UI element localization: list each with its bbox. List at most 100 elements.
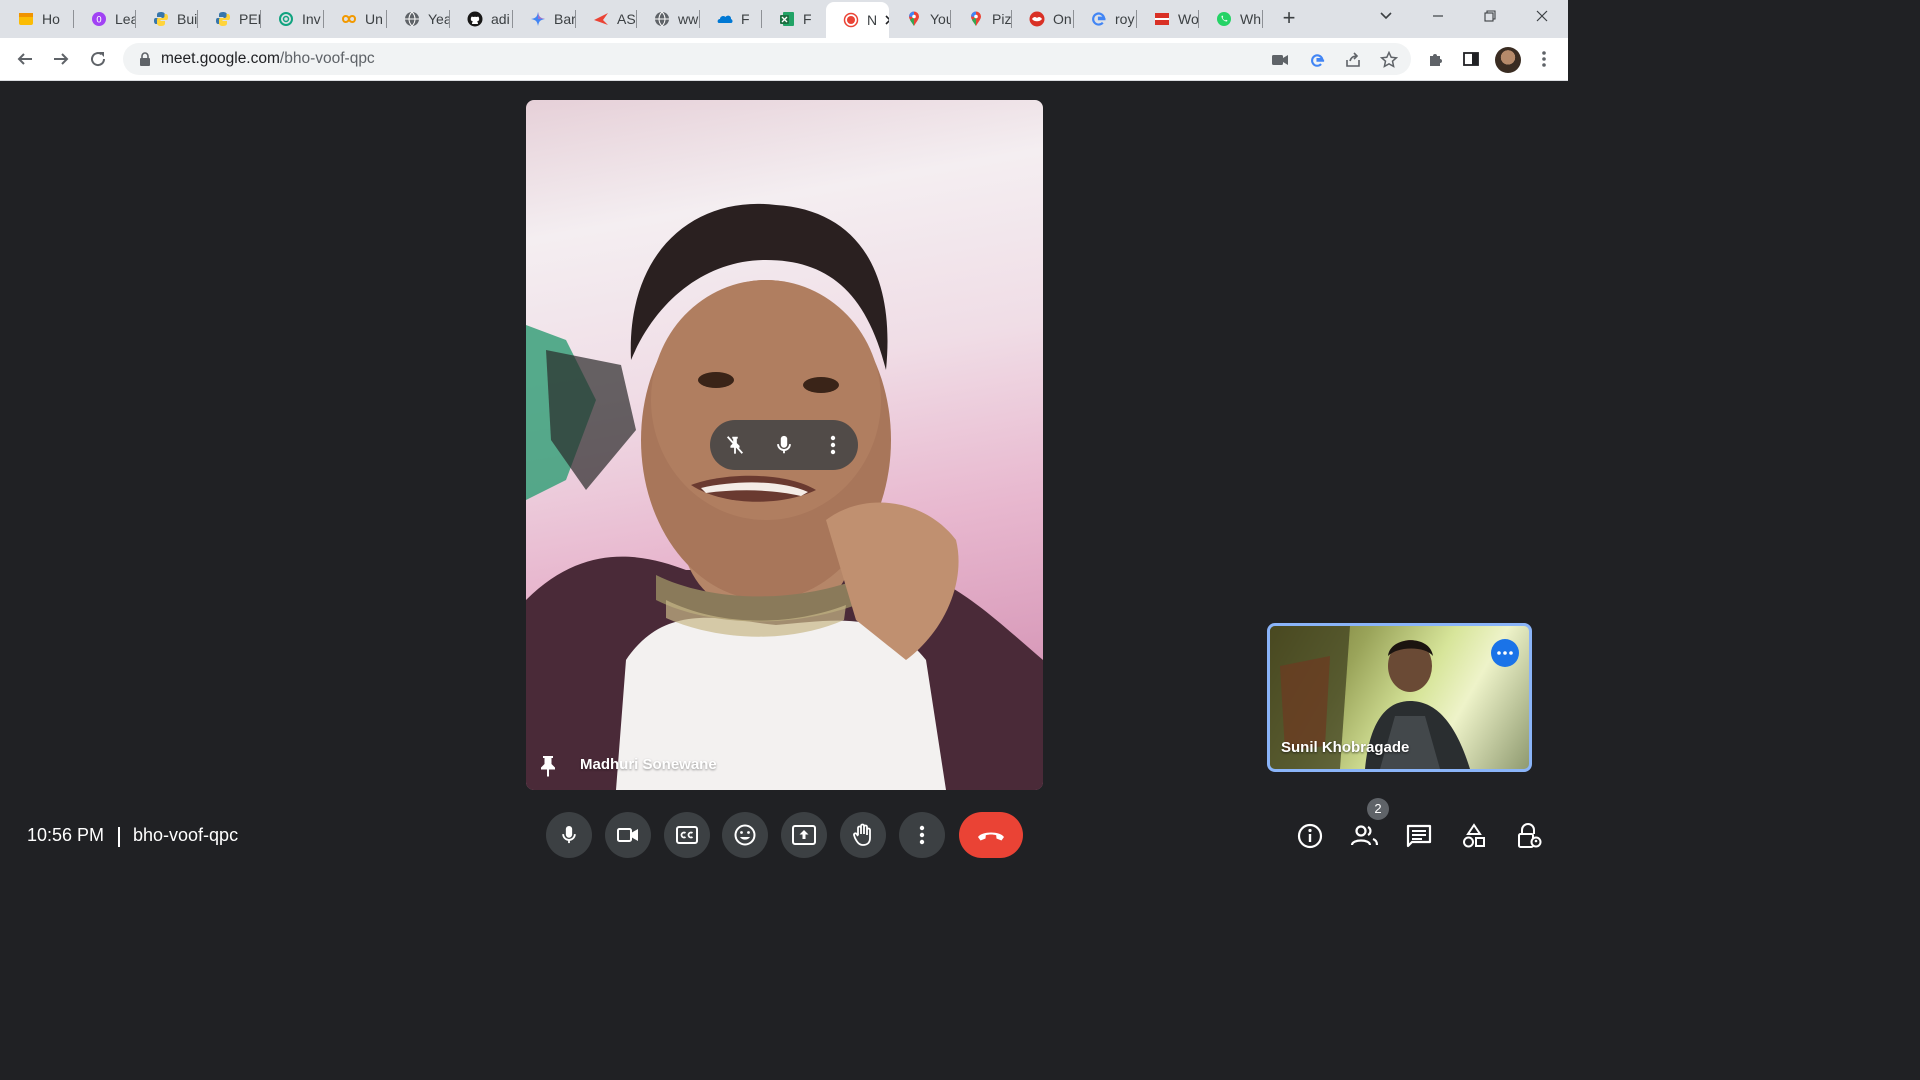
url-text: meet.google.com/bho-voof-qpc <box>161 50 375 68</box>
recording-icon <box>843 12 859 28</box>
main-participant-tile[interactable]: Madhuri Sonewane <box>526 100 1043 790</box>
note-icon <box>18 11 34 27</box>
back-button[interactable] <box>13 47 37 71</box>
participant-mic-button[interactable] <box>771 432 797 458</box>
chat-button[interactable] <box>1403 820 1435 852</box>
extensions-button[interactable] <box>1424 47 1448 71</box>
address-bar[interactable]: meet.google.com/bho-voof-qpc <box>123 43 1411 75</box>
camera-in-use-icon[interactable] <box>1270 50 1290 70</box>
more-vert-icon <box>1542 51 1546 67</box>
google-lens-icon[interactable] <box>1307 50 1327 70</box>
meeting-code[interactable]: bho-voof-qpc <box>133 825 238 846</box>
browser-tab[interactable]: Un <box>324 0 387 38</box>
browser-tab[interactable]: adi <box>450 0 513 38</box>
side-panel-button[interactable] <box>1459 47 1483 71</box>
browser-tab[interactable]: Piz <box>951 0 1012 38</box>
tab-label: Yea <box>428 11 450 27</box>
browser-tab[interactable]: Ho <box>0 0 74 38</box>
leave-call-button[interactable] <box>959 812 1023 858</box>
browser-tab[interactable]: Bui <box>136 0 198 38</box>
more-options-button[interactable] <box>899 812 945 858</box>
maps-pin-icon <box>906 11 922 27</box>
microphone-button[interactable] <box>546 812 592 858</box>
browser-menu-button[interactable] <box>1532 47 1556 71</box>
side-panel-icon <box>1463 52 1479 66</box>
tab-label: Ho <box>42 11 60 27</box>
share-icon[interactable] <box>1343 50 1363 70</box>
tab-label: Inv <box>302 11 321 27</box>
onedrive-icon <box>717 11 733 27</box>
browser-tab[interactable]: PEF <box>198 0 261 38</box>
info-icon <box>1297 823 1323 849</box>
raise-hand-button[interactable] <box>840 812 886 858</box>
unpin-icon <box>726 436 743 455</box>
unpin-button[interactable] <box>722 432 748 458</box>
globe-icon <box>654 11 670 27</box>
people-button[interactable] <box>1348 820 1380 852</box>
browser-tab[interactable]: F <box>700 0 762 38</box>
self-view-tile[interactable]: Sunil Khobragade <box>1267 623 1532 772</box>
arrow-red-icon <box>593 11 609 27</box>
present-to-all-icon <box>792 825 816 845</box>
participant-more-button[interactable] <box>820 432 846 458</box>
browser-tab[interactable]: Yea <box>387 0 450 38</box>
present-screen-button[interactable] <box>781 812 827 858</box>
sparkle-icon <box>530 11 546 27</box>
browser-tab[interactable]: ww <box>637 0 700 38</box>
tab-label: F <box>803 11 812 27</box>
minimize-button[interactable] <box>1426 6 1450 30</box>
close-window-button[interactable] <box>1530 6 1554 30</box>
tab-label: roy <box>1115 11 1135 27</box>
closed-captions-icon <box>676 826 698 844</box>
browser-tab[interactable]: Wh <box>1199 0 1263 38</box>
restore-button[interactable] <box>1478 6 1502 30</box>
browser-tab[interactable]: AS <box>576 0 637 38</box>
reload-button[interactable] <box>86 47 110 71</box>
more-horiz-icon <box>1497 651 1513 655</box>
pin-icon <box>541 756 555 777</box>
maps-pin-icon <box>968 11 984 27</box>
browser-tab[interactable]: On <box>1012 0 1074 38</box>
activities-button[interactable] <box>1458 820 1490 852</box>
shapes-icon <box>1463 823 1485 848</box>
svg-text:0: 0 <box>96 16 102 26</box>
bookmark-star-icon[interactable] <box>1379 50 1399 70</box>
reload-icon <box>91 52 106 67</box>
flag-icon <box>1154 11 1170 27</box>
reactions-button[interactable] <box>722 812 768 858</box>
browser-tab[interactable]: N <box>826 2 889 38</box>
tab-label: Bar <box>554 11 576 27</box>
puzzle-icon <box>1430 54 1442 66</box>
browser-tab[interactable]: roy <box>1074 0 1137 38</box>
meeting-clock: 10:56 PM <box>27 825 105 845</box>
meeting-details-button[interactable] <box>1294 820 1326 852</box>
new-tab-button[interactable]: + <box>1277 6 1301 30</box>
tab-label: Wo <box>1178 11 1199 27</box>
tab-label: Piz <box>992 11 1012 27</box>
call-end-icon <box>978 832 1004 841</box>
browser-tab[interactable]: 0 Lea <box>74 0 136 38</box>
people-icon <box>1350 825 1379 846</box>
self-more-options-button[interactable] <box>1491 639 1519 667</box>
chat-icon <box>1406 824 1432 848</box>
tab-separator <box>1262 10 1263 28</box>
browser-tab[interactable]: You <box>889 0 951 38</box>
tab-label: Un <box>365 11 383 27</box>
tab-search-icon[interactable] <box>1374 6 1398 30</box>
browser-tab[interactable]: Wo <box>1137 0 1199 38</box>
captions-button[interactable] <box>664 812 710 858</box>
raise-hand-icon <box>853 823 871 846</box>
camera-button[interactable] <box>605 812 651 858</box>
host-controls-button[interactable] <box>1513 820 1545 852</box>
browser-tab[interactable]: Bar <box>513 0 576 38</box>
browser-toolbar: meet.google.com/bho-voof-qpc <box>0 38 1568 81</box>
close-tab-icon[interactable] <box>885 12 889 28</box>
profile-avatar[interactable] <box>1495 47 1521 73</box>
mic-icon <box>562 826 576 844</box>
browser-tab[interactable]: Inv <box>261 0 324 38</box>
browser-tab[interactable]: F <box>762 0 826 38</box>
more-vert-icon <box>831 435 836 455</box>
forward-button[interactable] <box>49 47 73 71</box>
videocam-icon <box>617 828 638 842</box>
mic-icon <box>777 435 791 454</box>
